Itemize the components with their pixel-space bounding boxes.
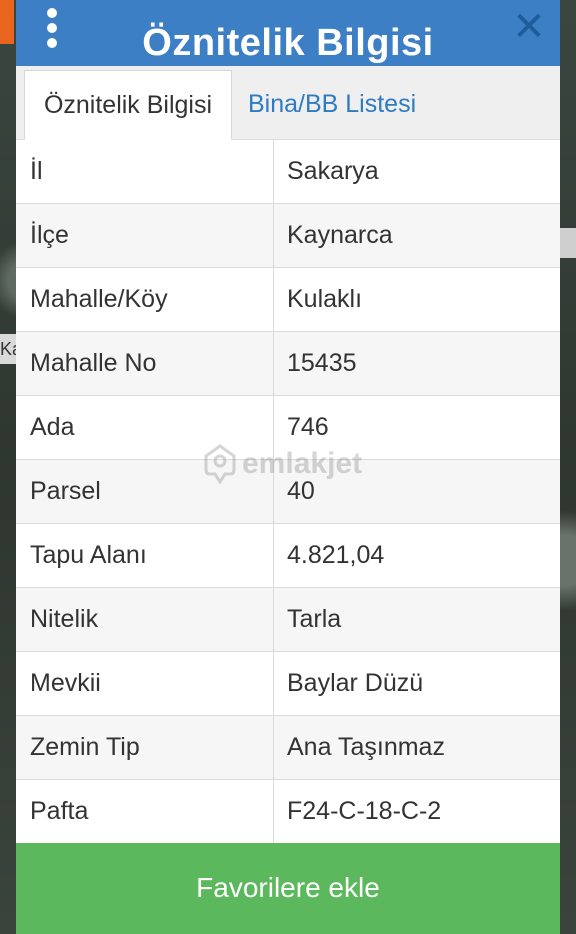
map-marker-strip [0, 0, 14, 44]
row-key: Mevkii [16, 652, 274, 715]
row-key: Tapu Alanı [16, 524, 274, 587]
table-row: Mahalle/Köy Kulaklı [16, 268, 560, 332]
row-value: Sakarya [287, 157, 379, 185]
table-row: Mevkii Baylar Düzü [16, 652, 560, 716]
row-key: Zemin Tip [16, 716, 274, 779]
watermark-text: emlakjet [242, 447, 363, 480]
row-value: Kulaklı [287, 285, 363, 313]
row-value: F24-C-18-C-2 [287, 797, 442, 825]
table-row: Nitelik Tarla [16, 588, 560, 652]
tab-building-list[interactable]: Bina/BB Listesi [248, 70, 416, 140]
add-to-favorites-button[interactable]: Favorilere ekle [16, 843, 560, 934]
row-value: Tarla [287, 605, 342, 633]
tab-bar: Öznitelik Bilgisi Bina/BB Listesi [16, 66, 560, 140]
dialog-title: Öznitelik Bilgisi [142, 22, 434, 64]
row-key: Nitelik [16, 588, 274, 651]
row-value: Kaynarca [287, 221, 393, 249]
row-value: Ana Taşınmaz [287, 733, 445, 761]
attribute-info-dialog: Öznitelik Bilgisi ✕ Öznitelik Bilgisi Bi… [16, 0, 560, 934]
row-value: Baylar Düzü [287, 669, 424, 697]
table-row: Pafta F24-C-18-C-2 [16, 780, 560, 844]
row-key: Mahalle/Köy [16, 268, 274, 331]
table-row: Mahalle No 15435 [16, 332, 560, 396]
table-row: İlçe Kaynarca [16, 204, 560, 268]
row-value: 4.821,04 [287, 541, 385, 569]
attribute-table: İl Sakarya İlçe Kaynarca Mahalle/Köy Kul… [16, 140, 560, 844]
row-key: İlçe [16, 204, 274, 267]
watermark: emlakjet [202, 444, 362, 484]
row-key: İl [16, 140, 274, 203]
tab-attribute-info[interactable]: Öznitelik Bilgisi [24, 70, 232, 140]
location-pin-icon [204, 444, 236, 484]
row-value: 15435 [287, 349, 357, 377]
map-label-fragment-right [560, 228, 576, 258]
dialog-header: Öznitelik Bilgisi ✕ [16, 0, 560, 66]
row-key: Mahalle No [16, 332, 274, 395]
table-row: Zemin Tip Ana Taşınmaz [16, 716, 560, 780]
table-row: İl Sakarya [16, 140, 560, 204]
row-key: Pafta [16, 780, 274, 843]
close-icon[interactable]: ✕ [512, 7, 546, 47]
table-row: Tapu Alanı 4.821,04 [16, 524, 560, 588]
